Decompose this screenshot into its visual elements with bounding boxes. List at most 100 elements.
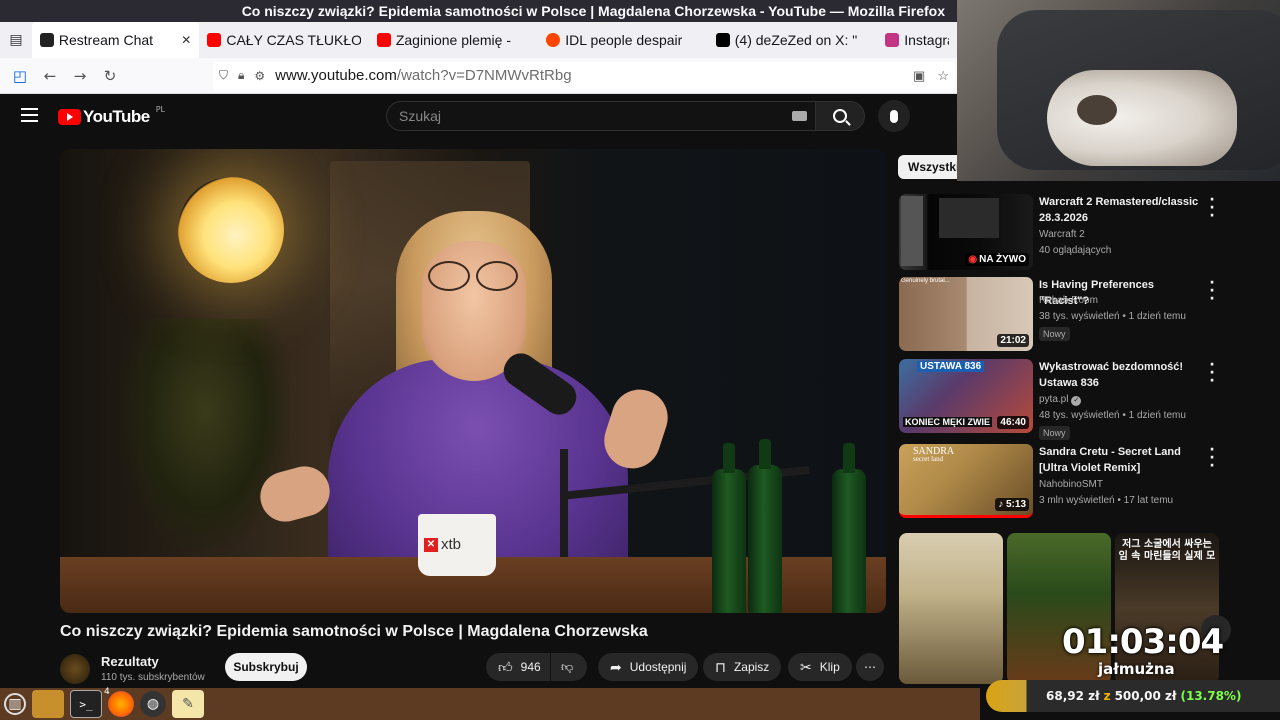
close-tab-icon[interactable]: ✕ (181, 33, 191, 47)
thumbnail-top-text: USTAWA 836 (917, 361, 985, 372)
picture-in-picture-icon[interactable]: ▣ (913, 68, 925, 84)
more-options-icon[interactable]: · · · (1209, 443, 1215, 473)
recommendation-item[interactable]: SANDRA secret land ♪ 5:13 Sandra Cretu -… (899, 443, 1219, 522)
notes-icon[interactable]: ✎ (172, 690, 204, 718)
menu-icon[interactable] (21, 108, 38, 122)
more-options-icon[interactable]: · · · (1209, 358, 1215, 388)
recommendation-item[interactable]: Genuinely brutal... 21:02 Is Having Pref… (899, 276, 1219, 353)
tab-list-icon[interactable]: ▤ (0, 22, 32, 58)
verified-icon: ✓ (1071, 396, 1082, 406)
youtube-logo[interactable]: YouTube PL (58, 105, 165, 127)
clip-label: Klip (819, 660, 840, 674)
clip-button[interactable]: ✂ Klip (788, 653, 852, 681)
search-button[interactable] (815, 101, 865, 131)
reload-icon[interactable]: ↻ (95, 61, 125, 91)
youtube-icon (376, 33, 391, 47)
recommendation-channel[interactable]: NahobinoSMT (1039, 479, 1103, 490)
recommendation-meta: 48 tys. wyświetleń • 1 dzień temu (1039, 410, 1186, 421)
tab-youtube-1[interactable]: CAŁY CZAS TŁUKŁO (199, 22, 368, 58)
mug-logo: ✕ xtb (424, 536, 461, 553)
short-item[interactable] (899, 533, 1003, 684)
restream-icon (39, 33, 54, 47)
thumbs-down-icon: 👎︎ (561, 659, 574, 674)
video-thumbnail[interactable]: SANDRA secret land ♪ 5:13 (899, 444, 1033, 518)
recommendation-title[interactable]: Wykastrować bezdomność! Ustawa 836 (1039, 359, 1204, 391)
search-input[interactable]: Szukaj (386, 101, 816, 131)
reddit-icon (546, 33, 561, 47)
bookmark-icon: ⊓ (715, 658, 726, 675)
share-button[interactable]: ➦ Udostępnij (598, 653, 699, 681)
stream-timer-label: jałmużna (1098, 660, 1175, 678)
tab-restream[interactable]: Restream Chat ✕ (31, 22, 200, 58)
folder-icon[interactable] (32, 690, 64, 718)
live-label: NA ŻYWO (979, 254, 1026, 265)
url-bar[interactable]: ⛉ 🔒︎ ⚙ www.youtube.com/watch?v=D7NMWvRtR… (213, 61, 955, 90)
save-label: Zapisz (733, 660, 770, 674)
video-glasses (416, 261, 526, 291)
tab-bar: ▤ Restream Chat ✕ CAŁY CZAS TŁUKŁO Zagin… (0, 22, 957, 58)
tab-instagram[interactable]: Instagra (877, 22, 957, 58)
recommendations-sidebar: Wszystkie ◉ NA ŻYWO Warcraft 2 Remastered… (897, 94, 1231, 684)
tab-reddit[interactable]: IDL people despair (538, 22, 707, 58)
webcam-overlay (957, 0, 1280, 181)
menu-icon[interactable]: ▥ (4, 693, 26, 715)
more-options-icon[interactable]: · · · (1209, 193, 1215, 223)
mug-brand: xtb (441, 536, 462, 553)
tab-youtube-2[interactable]: Zaginione plemię - (369, 22, 538, 58)
recommendation-channel[interactable]: pyta.pl ✓ (1039, 394, 1082, 406)
sidebar-toggle-icon[interactable]: ◰ (5, 61, 35, 91)
video-player[interactable]: ✕ xtb (60, 149, 886, 613)
back-icon[interactable]: ← (35, 61, 65, 91)
firefox-icon[interactable]: 4 (104, 687, 134, 717)
channel-name[interactable]: Rezultaty (101, 654, 159, 669)
recommendation-channel[interactable]: Warcraft 2 (1039, 229, 1085, 240)
firefox-window-count: 4 (104, 687, 110, 697)
more-options-icon[interactable]: · · · (1209, 276, 1215, 306)
recommendation-channel[interactable]: Rehab Room (1039, 295, 1098, 306)
video-thumbnail[interactable]: ◉ NA ŻYWO (899, 194, 1033, 270)
share-label: Udostępnij (629, 660, 687, 674)
thumbnail-sub-text: secret land (913, 455, 944, 463)
more-icon: ⋯ (864, 660, 876, 674)
video-thumbnail[interactable]: Genuinely brutal... 21:02 (899, 277, 1033, 351)
like-count: 946 (520, 660, 541, 674)
taskbar: ▥ >_ 4 ◍ ✎ (0, 687, 980, 720)
duration-text: 5:13 (1005, 499, 1026, 510)
donation-goal-bar: 68,92 zł z 500,00 zł (13.78%) (986, 680, 1280, 712)
recommendation-title[interactable]: Sandra Cretu - Secret Land [Ultra Violet… (1039, 444, 1204, 476)
url-host: www.youtube.com (275, 67, 397, 84)
video-thumbnail[interactable]: USTAWA 836 KONIEC MĘKI ZWIE 46:40 (899, 359, 1033, 433)
obs-icon[interactable]: ◍ (140, 691, 166, 717)
bookmark-star-icon[interactable]: ☆ (937, 68, 949, 84)
recommendation-meta: 40 oglądających (1039, 245, 1112, 256)
channel-avatar[interactable] (60, 654, 90, 684)
shield-icon[interactable]: ⛉ (219, 68, 228, 83)
thumbnail-caption: Genuinely brutal... (901, 278, 950, 284)
recommendation-item[interactable]: ◉ NA ŻYWO Warcraft 2 Remastered/classic 2… (899, 193, 1219, 272)
forward-icon[interactable]: → (65, 61, 95, 91)
more-actions-button[interactable]: ⋯ (856, 653, 884, 681)
recommendation-item[interactable]: USTAWA 836 KONIEC MĘKI ZWIE 46:40 Wykast… (899, 358, 1219, 440)
permissions-icon[interactable]: ⚙ (254, 69, 265, 83)
lock-icon[interactable]: 🔒︎ (238, 68, 244, 83)
terminal-icon[interactable]: >_ (70, 690, 102, 718)
channel-row: Rezultaty 110 tys. subskrybentów Subskry… (60, 652, 890, 688)
dislike-button[interactable]: 👎︎ (551, 653, 587, 681)
subscribe-button[interactable]: Subskrybuj (225, 653, 307, 681)
recommendation-title[interactable]: Warcraft 2 Remastered/classic 28.3.2026 (1039, 194, 1204, 226)
short-caption: 저그 소굴에서 싸우는 임 속 마린들의 실제 모 (1118, 539, 1216, 562)
tab-x[interactable]: (4) deZeZed on X: " (708, 22, 877, 58)
video-bottle (712, 443, 746, 613)
like-button[interactable]: 👍︎ 946 (486, 653, 550, 681)
donation-current: 68,92 zł (1046, 689, 1100, 703)
donation-percent: (13.78%) (1180, 689, 1242, 703)
new-badge: Nowy (1039, 327, 1070, 341)
youtube-page: YouTube PL Szukaj ✕ xtb Co niszczy związk… (0, 94, 1231, 684)
video-title: Co niszczy związki? Epidemia samotności … (60, 623, 648, 640)
music-note-icon: ♪ (998, 499, 1006, 510)
webcam-cat-patch (1077, 95, 1117, 125)
search-icon (833, 109, 847, 123)
save-button[interactable]: ⊓ Zapisz (703, 653, 782, 681)
keyboard-icon[interactable] (792, 111, 807, 121)
youtube-icon (207, 33, 222, 47)
